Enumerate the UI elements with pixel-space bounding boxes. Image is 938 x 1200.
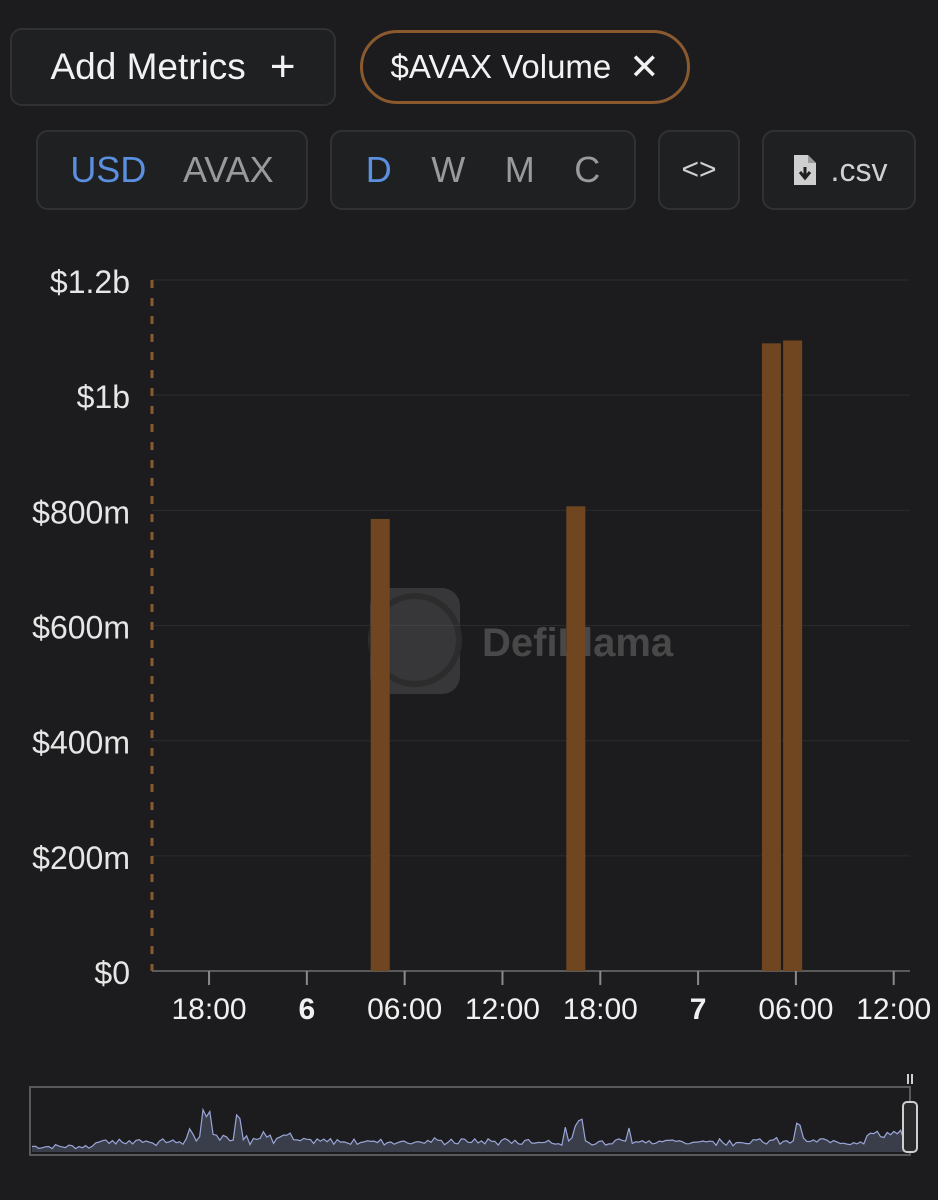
bar[interactable]: [783, 340, 803, 971]
x-tick-label: 6: [299, 993, 316, 1026]
x-tick-label: 12:00: [856, 993, 931, 1026]
y-tick-label: $800m: [32, 494, 130, 530]
interval-option-weekly[interactable]: W: [431, 149, 465, 191]
x-tick-label: 18:00: [172, 993, 247, 1026]
embed-button[interactable]: <>: [658, 130, 740, 210]
defillama-watermark: DefiLlama: [368, 588, 674, 694]
code-icon: <>: [681, 153, 717, 186]
metric-chip-label: $AVAX Volume: [390, 48, 612, 85]
interval-option-cumulative[interactable]: C: [574, 149, 600, 191]
interval-option-daily[interactable]: D: [366, 149, 392, 191]
y-tick-label: $600m: [32, 610, 130, 646]
interval-option-monthly[interactable]: M: [505, 149, 535, 191]
x-tick-label: 06:00: [758, 993, 833, 1026]
csv-label: .csv: [830, 151, 888, 188]
x-tick-label: 06:00: [367, 993, 442, 1026]
currency-option-avax[interactable]: AVAX: [183, 149, 274, 191]
x-tick-label: 18:00: [563, 993, 638, 1026]
bar[interactable]: [370, 518, 390, 971]
close-icon[interactable]: ✕: [629, 49, 659, 85]
currency-option-usd[interactable]: USD: [70, 149, 146, 191]
volume-bar-chart: DefiLlama $0 $200m $400m $600m $800m $1b $1.2b…: [32, 264, 931, 1026]
y-tick-label: $1b: [77, 379, 130, 415]
brush-handle[interactable]: [902, 1101, 918, 1153]
bar[interactable]: [566, 506, 586, 971]
y-tick-label: $400m: [32, 725, 130, 761]
y-tick-label: $1.2b: [50, 264, 130, 300]
brush-overview-area: [32, 1109, 904, 1152]
x-tick-label: 7: [690, 993, 707, 1026]
range-brush[interactable]: [0, 1070, 938, 1170]
metric-chip-avax-volume[interactable]: $AVAX Volume ✕: [360, 30, 690, 104]
currency-toggle: USD AVAX: [36, 130, 308, 210]
bar[interactable]: [761, 343, 781, 971]
y-tick-label: $200m: [32, 840, 130, 876]
interval-toggle: D W M C: [330, 130, 636, 210]
add-metrics-button[interactable]: Add Metrics +: [10, 28, 336, 106]
add-metrics-label: Add Metrics: [50, 46, 246, 87]
x-tick-label: 12:00: [465, 993, 540, 1026]
y-axis-labels: $0 $200m $400m $600m $800m $1b $1.2b: [32, 264, 130, 991]
file-download-icon: [793, 155, 816, 185]
csv-download-button[interactable]: .csv: [762, 130, 916, 210]
x-axis-ticks: 18:00606:0012:0018:00706:0012:0018:00806…: [172, 971, 931, 1026]
y-tick-label: $0: [94, 955, 130, 991]
plus-icon: +: [269, 42, 296, 91]
